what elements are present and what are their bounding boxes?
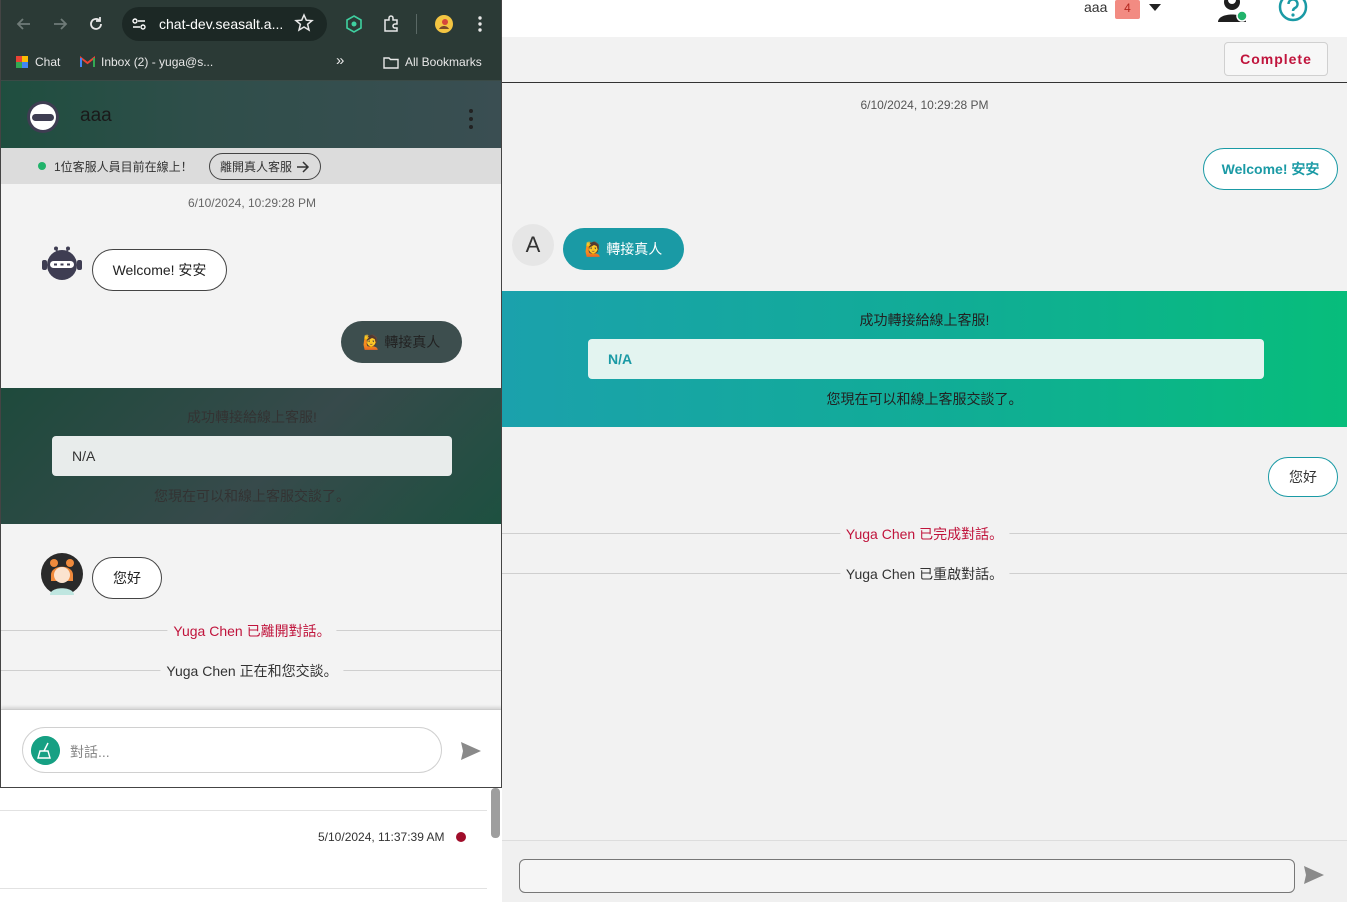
scrollbar-thumb[interactable] <box>491 788 500 838</box>
complete-button[interactable]: Complete <box>1224 42 1328 76</box>
banner-subtitle: 您現在可以和線上客服交談了。 <box>826 391 1023 407</box>
back-icon[interactable] <box>14 14 34 34</box>
message-timestamp: 6/10/2024, 10:29:28 PM <box>187 196 317 210</box>
leave-live-agent-button[interactable]: 離開真人客服 <box>209 153 321 180</box>
console-message-input[interactable] <box>519 859 1295 893</box>
widget-header: aaa <box>1 81 501 148</box>
conversation-actionbar: Complete <box>502 37 1347 83</box>
help-icon[interactable] <box>1278 0 1308 22</box>
bot-avatar-icon <box>42 246 82 280</box>
send-icon[interactable] <box>1303 865 1325 885</box>
conversation-list: 5/10/2024, 11:37:39 AM <box>0 788 502 902</box>
welcome-message-bubble: Welcome! 安安 <box>1203 148 1338 190</box>
online-status-strip: 1位客服人員目前在線上！ 離開真人客服 <box>1 148 501 184</box>
conversation-timestamp: 5/10/2024, 11:37:39 AM <box>318 830 445 844</box>
transfer-success-banner: 成功轉接給線上客服! N/A 您現在可以和線上客服交談了。 <box>1 388 501 524</box>
bookmark-chat[interactable]: Chat <box>15 55 60 69</box>
banner-subtitle: 您現在可以和線上客服交談了。 <box>154 488 350 504</box>
unread-indicator <box>456 832 466 842</box>
widget-title: aaa <box>80 105 112 126</box>
transfer-message-text: 轉接真人 <box>606 241 663 257</box>
leave-live-agent-label: 離開真人客服 <box>219 160 292 174</box>
system-divider: Yuga Chen 已完成對話。 <box>502 524 1347 544</box>
welcome-message-bubble: Welcome! 安安 <box>92 249 227 291</box>
extension-hexagon-icon[interactable] <box>344 14 364 34</box>
transfer-message-bubble: 🙋 轉接真人 <box>563 228 684 270</box>
system-talking-text: Yuga Chen 正在和您交談。 <box>160 661 344 681</box>
more-vert-icon[interactable] <box>467 108 475 130</box>
system-divider: Yuga Chen 已離開對話。 <box>1 621 501 641</box>
transfer-message-text: 轉接真人 <box>384 334 441 350</box>
agent-message-text: 您好 <box>1289 469 1317 485</box>
folder-icon <box>383 56 399 69</box>
divider <box>0 888 487 889</box>
banner-info-box: N/A <box>588 339 1264 379</box>
clear-broom-icon[interactable] <box>31 736 60 765</box>
transfer-success-banner: 成功轉接給線上客服! N/A 您現在可以和線上客服交談了。 <box>502 291 1347 427</box>
raising-hand-icon: 🙋 <box>362 333 381 350</box>
input-placeholder: 對話... <box>70 744 110 760</box>
divider <box>0 810 487 811</box>
bookmark-star-icon[interactable] <box>294 13 314 33</box>
user-name[interactable]: aaa <box>1084 0 1107 14</box>
extensions-puzzle-icon[interactable] <box>381 14 401 34</box>
online-status-text: 1位客服人員目前在線上！ <box>54 160 193 174</box>
site-settings-icon[interactable] <box>131 16 147 32</box>
console-composer <box>502 840 1347 902</box>
arrow-right-icon <box>297 160 310 173</box>
agent-message-text: 您好 <box>113 570 141 586</box>
more-vert-icon[interactable] <box>470 14 490 34</box>
banner-title: 成功轉接給線上客服! <box>187 409 317 425</box>
transfer-message-bubble: 🙋 轉接真人 <box>341 321 462 363</box>
widget-composer: 對話... <box>1 709 501 787</box>
account-icon[interactable] <box>1216 0 1248 22</box>
gmail-icon <box>80 56 95 67</box>
bookmark-inbox[interactable]: Inbox (2) - yuga@s... <box>80 55 213 69</box>
count-badge: 4 <box>1115 0 1140 19</box>
banner-info-box: N/A <box>52 436 452 476</box>
forward-icon[interactable] <box>50 14 70 34</box>
send-icon[interactable] <box>460 741 482 761</box>
toolbar-divider <box>416 14 417 34</box>
raising-hand-icon: 🙋 <box>584 240 603 257</box>
system-divider: Yuga Chen 已重啟對話。 <box>502 564 1347 584</box>
all-bookmarks[interactable]: All Bookmarks <box>383 55 482 69</box>
banner-title: 成功轉接給線上客服! <box>859 312 990 328</box>
agent-message-bubble: 您好 <box>1268 457 1338 497</box>
bookmark-chat-label: Chat <box>35 55 61 69</box>
profile-avatar-icon[interactable] <box>434 14 454 34</box>
welcome-message-text: Welcome! 安安 <box>112 262 207 278</box>
agent-avatar-icon <box>41 553 83 595</box>
bookmark-inbox-label: Inbox (2) - yuga@s... <box>101 55 214 69</box>
widget-message-input[interactable]: 對話... <box>22 727 442 773</box>
reload-icon[interactable] <box>86 14 106 34</box>
system-left-text: Yuga Chen 已離開對話。 <box>167 621 337 641</box>
chat-widget-popup: chat-dev.seasalt.a... Chat Inbox (2) - y… <box>0 0 502 788</box>
chevron-down-icon[interactable] <box>1149 4 1161 11</box>
message-timestamp: 6/10/2024, 10:29:28 PM <box>860 98 989 112</box>
url-text[interactable]: chat-dev.seasalt.a... <box>159 16 283 32</box>
system-reopened-text: Yuga Chen 已重啟對話。 <box>839 564 1010 584</box>
all-bookmarks-label: All Bookmarks <box>405 55 482 69</box>
welcome-message-text: Welcome! 安安 <box>1221 161 1320 177</box>
google-chat-icon <box>16 56 28 68</box>
system-completed-text: Yuga Chen 已完成對話。 <box>839 524 1010 544</box>
browser-toolbar: chat-dev.seasalt.a... <box>1 0 501 48</box>
bookmarks-bar: Chat Inbox (2) - yuga@s... » All Bookmar… <box>1 48 501 81</box>
bookmarks-overflow-icon[interactable]: » <box>336 52 344 69</box>
customer-avatar: A <box>512 224 554 266</box>
online-dot <box>38 162 46 170</box>
system-divider: Yuga Chen 正在和您交談。 <box>1 661 501 681</box>
bot-logo-icon <box>27 101 59 133</box>
agent-message-bubble: 您好 <box>92 557 162 599</box>
